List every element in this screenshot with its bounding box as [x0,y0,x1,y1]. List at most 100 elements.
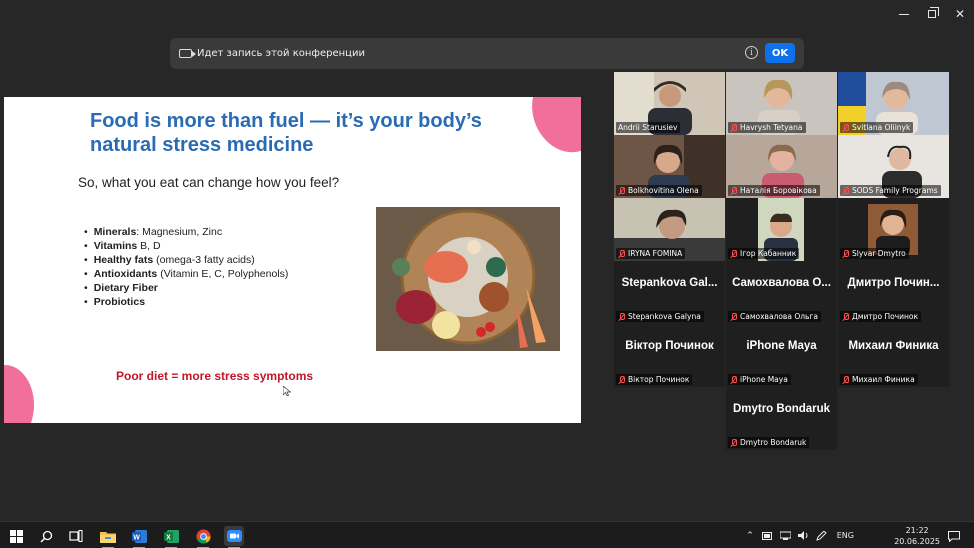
task-view-icon [69,530,83,542]
system-tray: ⌃ ENG [746,522,854,548]
participant-display-name: Михаил Финика [848,340,939,352]
participant-display-name: Dmytro Bondaruk [732,403,831,415]
restore-icon [928,7,939,18]
participant-tile-active-speaker[interactable]: Svitlana Oliinyk [838,72,949,135]
chrome-icon [195,528,211,544]
muted-mic-icon [730,123,737,132]
minimize-button[interactable] [890,0,918,28]
participant-name-label: Ігор Кабанник [728,248,800,259]
participant-name-label: Svitlana Oliinyk [840,122,914,133]
participant-name-label: Dmytro Bondaruk [728,437,810,448]
list-item: Minerals: Magnesium, Zinc [84,225,288,239]
participant-tile[interactable]: Михаил Финика Михаил Финика [838,324,949,387]
participant-tile[interactable]: Dmytro Bondaruk Dmytro Bondaruk [726,387,837,450]
recording-camera-icon [179,49,196,58]
muted-mic-icon [842,123,849,132]
balanced-diet-image [376,207,560,351]
battery-icon[interactable] [761,531,773,540]
participant-tile[interactable]: Самохвалова О... Самохвалова Ольга [726,261,837,324]
participant-name-label: Наталія Боровікова [728,185,820,196]
participant-tile[interactable]: Наталія Боровікова [726,135,837,198]
participant-tile[interactable]: IRYNA FOMINA [614,198,725,261]
participant-tile[interactable]: Slyvar Dmytro [838,198,949,261]
participant-display-name: Віктор Починок [625,340,714,352]
minimize-icon [899,13,909,15]
muted-mic-icon [842,249,849,258]
participant-tile[interactable]: Віктор Починок Віктор Починок [614,324,725,387]
participant-name-label: Andrii Starusiev [616,122,681,133]
participant-tile[interactable]: iPhone Maya iPhone Maya [726,324,837,387]
participant-name-label: Stepankova Galyna [616,311,704,322]
participant-tile[interactable]: Bolkhovitina Olena [614,135,725,198]
task-view-button[interactable] [66,526,86,546]
participant-display-name: Дмитро Почин... [847,277,940,289]
clock-time: 21:22 [905,526,929,535]
participant-name-label: Самохвалова Ольга [728,311,821,322]
windows-start-button[interactable] [6,526,26,546]
participant-name-label: Дмитро Починок [840,311,922,322]
participant-name-label: SODS Family Programs [840,185,941,196]
close-icon: ✕ [954,7,966,21]
list-item: Probiotics [84,295,288,309]
participant-tile[interactable]: Andrii Starusiev [614,72,725,135]
participant-name-label: Slyvar Dmytro [840,248,909,259]
file-explorer-button[interactable] [98,526,118,548]
recording-banner: Идет запись этой конференции i OK [170,38,804,69]
volume-icon[interactable] [797,531,809,540]
muted-mic-icon [730,312,737,321]
muted-mic-icon [618,249,625,258]
excel-button[interactable]: X [161,526,181,548]
slide-decoration-top-right [520,97,581,163]
tray-chevron-icon[interactable]: ⌃ [746,531,754,541]
restore-button[interactable] [918,0,946,28]
participant-name-label: Михаил Финика [840,374,918,385]
muted-mic-icon [842,312,849,321]
list-item: Antioxidants (Vitamin E, C, Polyphenols) [84,267,289,281]
participant-name-label: Havrysh Tetyana [728,122,806,133]
muted-mic-icon [842,375,849,384]
system-clock[interactable]: 21:22 20.06.2025 [894,525,940,547]
participant-tile[interactable]: SODS Family Programs [838,135,949,198]
pen-icon[interactable] [815,530,827,541]
network-icon[interactable] [779,531,791,540]
participant-name-label: iPhone Maya [728,374,791,385]
mouse-cursor-icon [283,386,291,396]
svg-text:X: X [166,534,171,541]
participant-tile[interactable]: Stepankova Gal... Stepankova Galyna [614,261,725,324]
window-controls: ✕ [890,0,974,28]
muted-mic-icon [730,249,737,258]
slide-footer-text: Poor diet = more stress symptoms [116,369,314,383]
zoom-icon [226,530,242,542]
muted-mic-icon [618,312,625,321]
participant-name-label: IRYNA FOMINA [616,248,686,259]
search-button[interactable] [36,526,56,546]
muted-mic-icon [842,186,849,195]
participant-display-name: Stepankova Gal... [621,277,718,289]
excel-icon: X [163,529,179,543]
muted-mic-icon [618,375,625,384]
muted-mic-icon [618,186,625,195]
muted-mic-icon [730,438,737,447]
muted-mic-icon [730,375,737,384]
close-button[interactable]: ✕ [946,0,974,28]
list-item: Healthy fats (omega-3 fatty acids) [84,253,288,267]
word-button[interactable]: W [129,526,149,548]
muted-mic-icon [730,186,737,195]
ok-button[interactable]: OK [765,43,795,63]
participant-tile[interactable]: Ігор Кабанник [726,198,837,261]
chrome-button[interactable] [193,526,213,548]
participant-tile[interactable]: Havrysh Tetyana [726,72,837,135]
search-icon [39,530,52,543]
notification-icon [948,530,960,542]
recording-banner-text: Идет запись этой конференции [197,48,365,59]
notifications-button[interactable] [944,526,964,546]
list-item: Dietary Fiber [84,281,288,295]
zoom-button[interactable] [224,526,244,548]
participant-tile[interactable]: Дмитро Почин... Дмитро Починок [838,261,949,324]
info-icon[interactable]: i [745,46,758,59]
participant-display-name: Самохвалова О... [732,277,831,289]
balanced-diet-illustration [376,207,560,351]
clock-date: 20.06.2025 [894,537,940,546]
input-language[interactable]: ENG [837,531,854,540]
participant-name-label: Віктор Починок [616,374,693,385]
